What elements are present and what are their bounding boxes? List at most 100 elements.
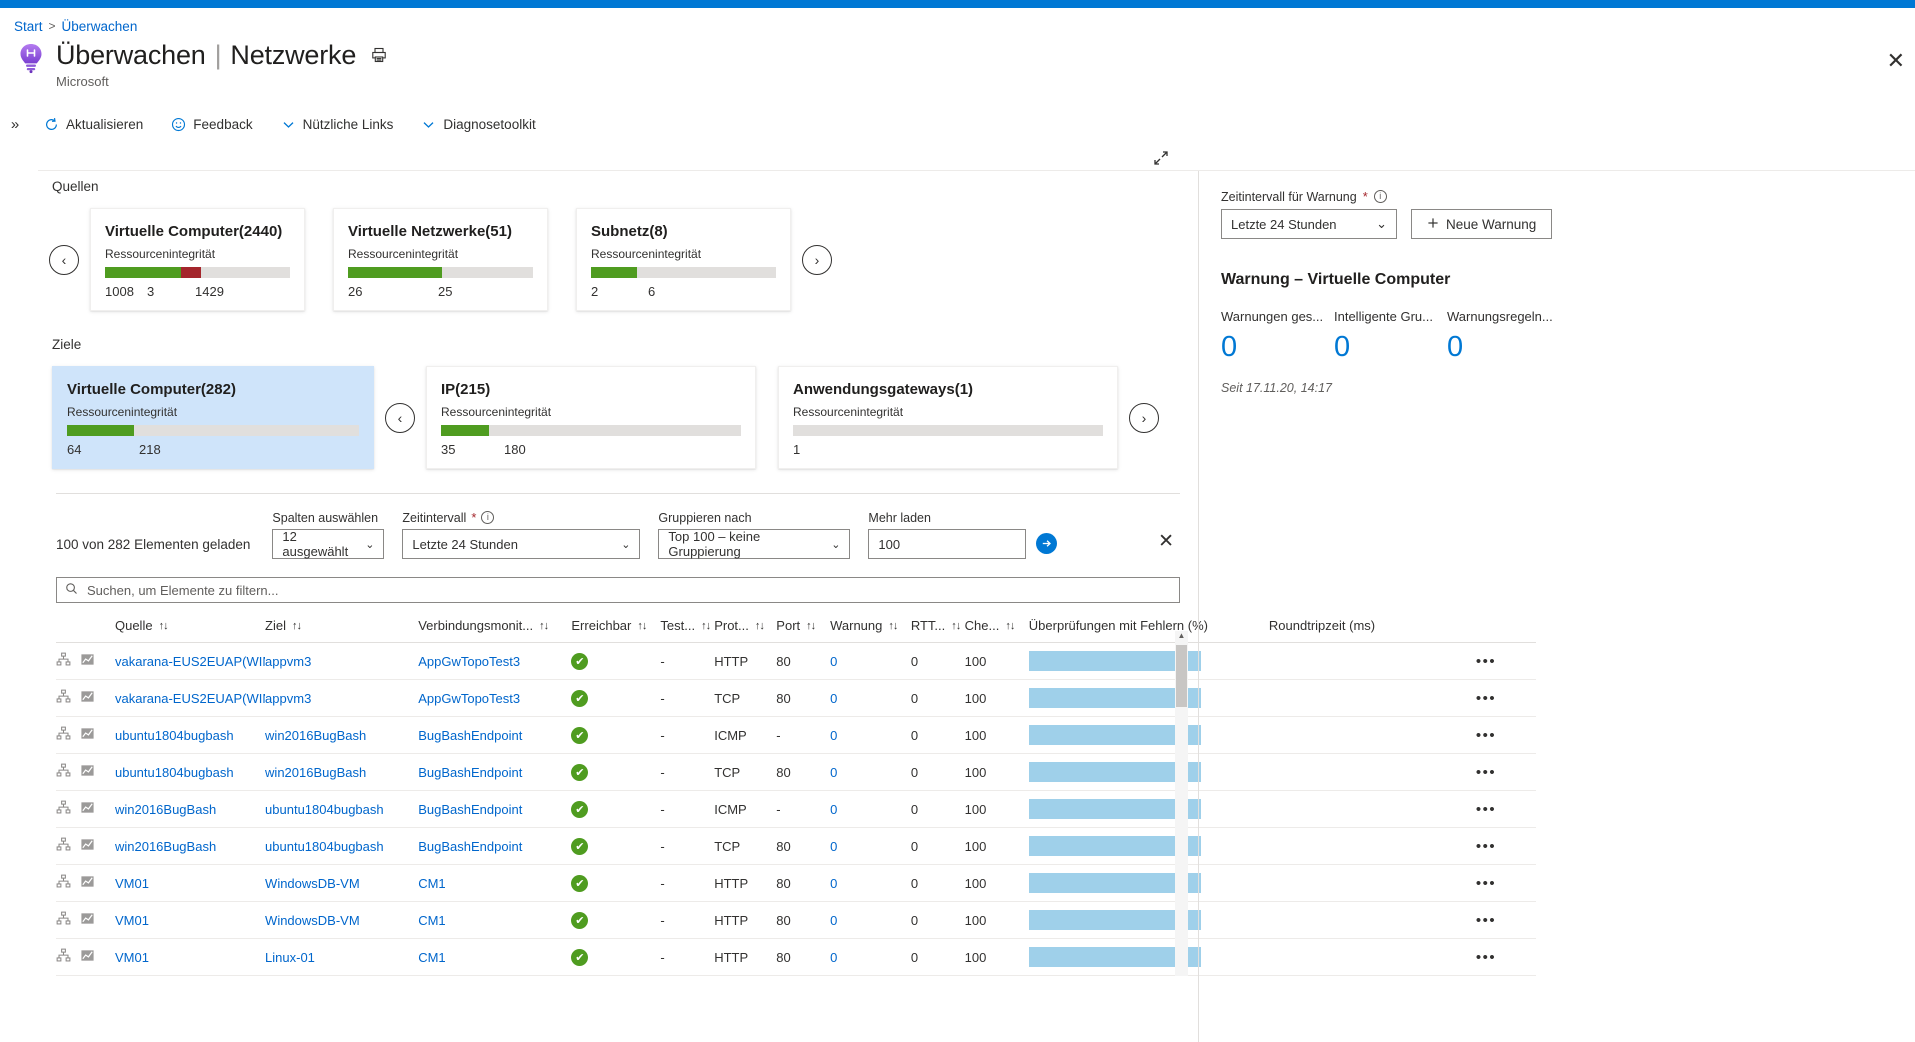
target-link[interactable]: WindowsDB-VM [265,913,360,928]
th-alert[interactable]: Warnung↑↓ [830,613,911,643]
chart-icon[interactable] [80,763,95,781]
search-box[interactable] [56,577,1180,603]
alert-link[interactable]: 0 [830,765,837,780]
monitor-link[interactable]: AppGwTopoTest3 [418,654,520,669]
scroll-up-icon[interactable]: ▲ [1175,631,1188,645]
targets-prev-button[interactable]: ‹ [385,403,415,433]
chart-icon[interactable] [80,874,95,892]
target-link[interactable]: appvm3 [265,691,311,706]
monitor-link[interactable]: CM1 [418,913,445,928]
sort-updown-icon[interactable]: ↑↓ [637,620,646,632]
th-protocol[interactable]: Prot...↑↓ [714,613,776,643]
sort-updown-icon[interactable]: ↑↓ [1005,620,1014,632]
sort-updown-icon[interactable]: ↑↓ [701,620,710,632]
target-card-ip[interactable]: IP(215) Ressourcenintegrität 35 180 [426,366,756,469]
filter-close-button[interactable]: ✕ [1158,530,1174,553]
groupby-select[interactable]: Top 100 – keine Gruppierung ⌄ [658,529,850,559]
columns-select[interactable]: 12 ausgewählt ⌄ [272,529,384,559]
chart-icon[interactable] [80,837,95,855]
target-link[interactable]: Linux-01 [265,950,315,965]
chart-icon[interactable] [80,689,95,707]
sort-updown-icon[interactable]: ↑↓ [951,620,960,632]
th-source[interactable]: Quelle↑↓ [115,613,265,643]
alert-link[interactable]: 0 [830,876,837,891]
monitor-link[interactable]: CM1 [418,950,445,965]
th-checks[interactable]: Che...↑↓ [965,613,1029,643]
info-icon[interactable]: i [1374,190,1387,203]
alert-link[interactable]: 0 [830,691,837,706]
target-link[interactable]: ubuntu1804bugbash [265,839,384,854]
alert-link[interactable]: 0 [830,950,837,965]
feedback-button[interactable]: Feedback [157,107,266,141]
table-scrollbar[interactable]: ▲ [1175,631,1188,976]
sources-prev-button[interactable]: ‹ [49,245,79,275]
monitor-link[interactable]: AppGwTopoTest3 [418,691,520,706]
target-link[interactable]: WindowsDB-VM [265,876,360,891]
close-icon[interactable]: ✕ [1887,50,1905,72]
target-link[interactable]: ubuntu1804bugbash [265,802,384,817]
new-alert-button[interactable]: Neue Warnung [1411,209,1552,239]
target-link[interactable]: win2016BugBash [265,728,366,743]
alert-link[interactable]: 0 [830,839,837,854]
target-card-virtual-machines[interactable]: Virtuelle Computer(282) Ressourcenintegr… [52,366,374,469]
source-link[interactable]: VM01 [115,950,149,965]
sort-updown-icon[interactable]: ↑↓ [159,620,168,632]
topology-icon[interactable] [56,763,71,781]
alerts-stat-value[interactable]: 0 [1221,331,1334,363]
diagnostics-toolkit-menu[interactable]: Diagnosetoolkit [407,107,549,141]
chart-icon[interactable] [80,726,95,744]
topology-icon[interactable] [56,837,71,855]
topology-icon[interactable] [56,689,71,707]
chart-icon[interactable] [80,911,95,929]
topology-icon[interactable] [56,726,71,744]
chart-icon[interactable] [80,652,95,670]
breadcrumb-current[interactable]: Überwachen [62,19,138,34]
source-link[interactable]: win2016BugBash [115,802,216,817]
monitor-link[interactable]: BugBashEndpoint [418,728,522,743]
target-card-application-gateways[interactable]: Anwendungsgateways(1) Ressourcenintegrit… [778,366,1118,469]
sort-updown-icon[interactable]: ↑↓ [806,620,815,632]
target-link[interactable]: appvm3 [265,654,311,669]
loadmore-go-button[interactable] [1036,533,1057,554]
topology-icon[interactable] [56,948,71,966]
sort-updown-icon[interactable]: ↑↓ [292,620,301,632]
source-link[interactable]: vakarana-EUS2EUAP(WIN [115,691,265,706]
alerts-stat-value[interactable]: 0 [1334,331,1447,363]
topology-icon[interactable] [56,652,71,670]
source-link[interactable]: VM01 [115,876,149,891]
th-test[interactable]: Test...↑↓ [660,613,714,643]
double-chevron-right-icon[interactable]: » [0,116,30,133]
monitor-link[interactable]: CM1 [418,876,445,891]
sort-updown-icon[interactable]: ↑↓ [755,620,764,632]
info-icon[interactable]: i [481,511,494,524]
sort-updown-icon[interactable]: ↑↓ [539,620,548,632]
th-monitor[interactable]: Verbindungsmonit...↑↓ [418,613,571,643]
source-link[interactable]: VM01 [115,913,149,928]
source-card-subnet[interactable]: Subnetz(8) Ressourcenintegrität 2 6 [576,208,791,311]
source-card-virtual-networks[interactable]: Virtuelle Netzwerke(51) Ressourcenintegr… [333,208,548,311]
scrollbar-thumb[interactable] [1176,645,1187,707]
sort-updown-icon[interactable]: ↑↓ [888,620,897,632]
refresh-button[interactable]: Aktualisieren [30,107,157,141]
th-rtt[interactable]: RTT...↑↓ [911,613,965,643]
timerange-select[interactable]: Letzte 24 Stunden ⌄ [402,529,640,559]
alerts-stat-value[interactable]: 0 [1447,331,1560,363]
useful-links-menu[interactable]: Nützliche Links [267,107,408,141]
source-link[interactable]: ubuntu1804bugbash [115,728,234,743]
target-link[interactable]: win2016BugBash [265,765,366,780]
monitor-link[interactable]: BugBashEndpoint [418,839,522,854]
alert-link[interactable]: 0 [830,802,837,817]
monitor-link[interactable]: BugBashEndpoint [418,765,522,780]
collapse-diagonal-icon[interactable] [1152,149,1170,170]
printer-icon[interactable] [371,47,387,63]
loadmore-input[interactable] [868,529,1026,559]
source-link[interactable]: ubuntu1804bugbash [115,765,234,780]
topology-icon[interactable] [56,800,71,818]
alert-link[interactable]: 0 [830,654,837,669]
search-input[interactable] [85,582,1171,599]
chart-icon[interactable] [80,800,95,818]
alert-link[interactable]: 0 [830,913,837,928]
source-link[interactable]: win2016BugBash [115,839,216,854]
chart-icon[interactable] [80,948,95,966]
source-card-virtual-machines[interactable]: Virtuelle Computer(2440) Ressourceninteg… [90,208,305,311]
